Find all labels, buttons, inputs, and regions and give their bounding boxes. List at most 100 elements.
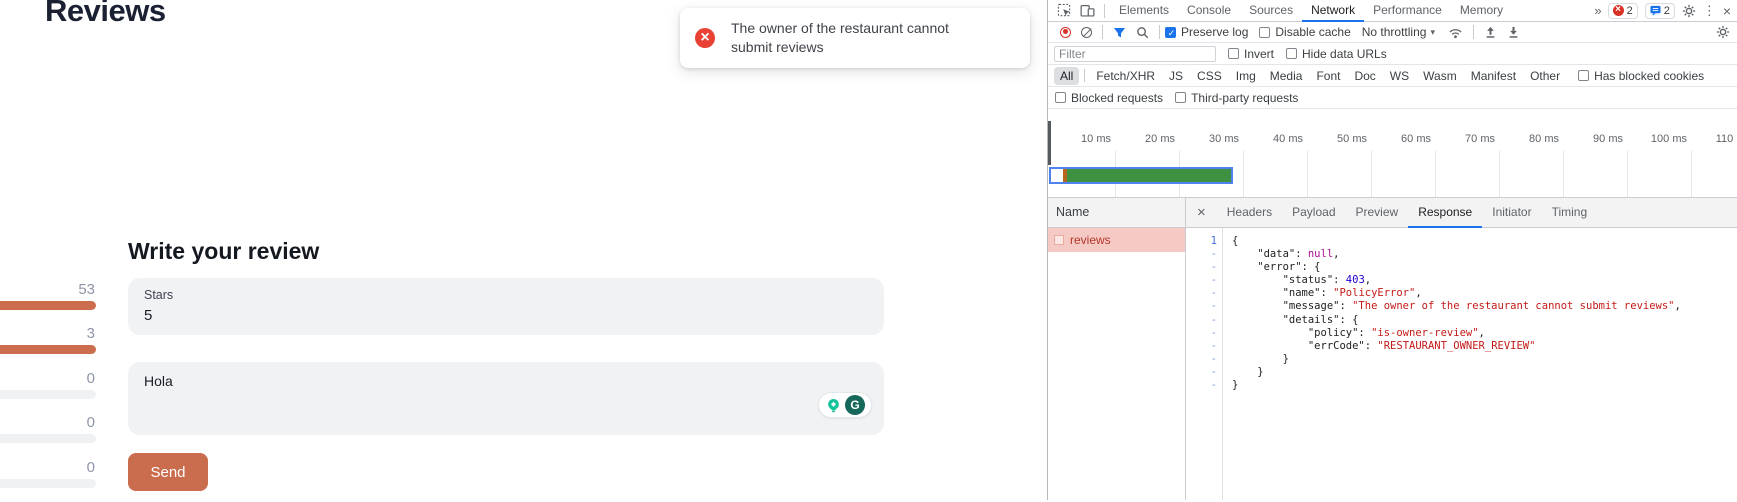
request-name: reviews (1070, 233, 1111, 247)
detail-tab-headers[interactable]: Headers (1217, 198, 1282, 228)
send-button[interactable]: Send (128, 453, 208, 491)
detail-tab-payload[interactable]: Payload (1282, 198, 1345, 228)
rating-row: 3 (0, 324, 96, 368)
response-source-view[interactable]: 1----------- { "data": null, "error": { … (1186, 228, 1737, 500)
network-body: Name reviews × HeadersPayloadPreviewResp… (1048, 198, 1737, 500)
toast-message: The owner of the restaurant cannot submi… (731, 19, 981, 57)
tab-performance[interactable]: Performance (1364, 0, 1451, 22)
devtools-panel: ElementsConsoleSourcesNetworkPerformance… (1047, 0, 1737, 500)
chip-other[interactable]: Other (1524, 67, 1566, 85)
tab-console[interactable]: Console (1178, 0, 1240, 22)
rating-count: 3 (87, 325, 95, 342)
export-har-icon[interactable] (1507, 26, 1520, 39)
filter-input[interactable] (1054, 46, 1216, 62)
blocked-requests-checkbox[interactable] (1055, 92, 1066, 103)
rating-row: 53 (0, 280, 96, 324)
import-har-icon[interactable] (1484, 26, 1497, 39)
fold-marker: - (1186, 300, 1222, 313)
preserve-log-checkbox[interactable] (1165, 27, 1176, 38)
kebab-menu-icon[interactable]: ⋮ (1703, 3, 1716, 19)
chip-media[interactable]: Media (1264, 67, 1309, 85)
throttling-select[interactable]: No throttling ▾ (1362, 25, 1435, 39)
rating-summary: 533000 (0, 280, 96, 502)
third-party-requests-label: Third-party requests (1191, 91, 1298, 105)
chip-manifest[interactable]: Manifest (1465, 67, 1522, 85)
disable-cache-label: Disable cache (1275, 25, 1350, 39)
device-toolbar-icon[interactable] (1080, 3, 1095, 18)
rating-bar (0, 479, 96, 488)
invert-checkbox[interactable] (1228, 48, 1239, 59)
chip-doc[interactable]: Doc (1348, 67, 1381, 85)
tab-elements[interactable]: Elements (1110, 0, 1178, 22)
chip-css[interactable]: CSS (1191, 67, 1228, 85)
record-network-log-icon[interactable] (1060, 27, 1071, 38)
tab-sources[interactable]: Sources (1240, 0, 1302, 22)
detail-tab-initiator[interactable]: Initiator (1482, 198, 1541, 228)
fold-marker: - (1186, 274, 1222, 287)
detail-tab-preview[interactable]: Preview (1346, 198, 1409, 228)
rating-count: 0 (87, 370, 95, 387)
more-tabs-icon[interactable]: » (1594, 3, 1600, 18)
fold-marker: - (1186, 248, 1222, 261)
chip-wasm[interactable]: Wasm (1417, 67, 1463, 85)
filter-funnel-icon[interactable] (1113, 26, 1126, 39)
request-waterfall-bar[interactable] (1049, 167, 1233, 184)
rating-bar (0, 301, 96, 310)
tab-network[interactable]: Network (1302, 0, 1364, 22)
fold-marker: - (1186, 379, 1222, 392)
request-favicon-placeholder (1054, 235, 1064, 245)
detail-tab-response[interactable]: Response (1408, 198, 1482, 228)
request-detail-pane: × HeadersPayloadPreviewResponseInitiator… (1186, 198, 1737, 500)
rating-count: 53 (78, 281, 95, 298)
devtools-tabbar: ElementsConsoleSourcesNetworkPerformance… (1048, 0, 1737, 22)
timeline-tick-label: 80 ms (1503, 133, 1559, 145)
stars-input[interactable]: Stars 5 (128, 278, 884, 335)
clear-network-log-icon[interactable] (1081, 27, 1092, 38)
code-line: "policy": "is-owner-review", (1232, 327, 1737, 340)
hide-data-urls-label: Hide data URLs (1302, 47, 1387, 61)
settings-gear-icon[interactable] (1682, 4, 1696, 18)
request-toggles-row: Blocked requests Third-party requests (1048, 87, 1737, 109)
rating-row: 0 (0, 413, 96, 457)
timeline-gridline (1563, 151, 1564, 197)
close-detail-icon[interactable]: × (1186, 204, 1217, 221)
chip-all[interactable]: All (1054, 67, 1079, 85)
chip-js[interactable]: JS (1163, 67, 1189, 85)
fold-marker: - (1186, 366, 1222, 379)
has-blocked-cookies-checkbox[interactable] (1578, 70, 1589, 81)
name-column-header[interactable]: Name (1048, 198, 1185, 228)
chip-fetch-xhr[interactable]: Fetch/XHR (1090, 67, 1161, 85)
request-row-reviews[interactable]: reviews (1048, 228, 1185, 252)
error-count-badge[interactable]: 2 (1608, 3, 1638, 19)
third-party-requests-checkbox[interactable] (1175, 92, 1186, 103)
error-toast[interactable]: The owner of the restaurant cannot submi… (680, 8, 1030, 68)
chip-ws[interactable]: WS (1384, 67, 1415, 85)
timeline-gridline (1435, 151, 1436, 197)
close-devtools-icon[interactable]: × (1723, 3, 1731, 19)
network-conditions-icon[interactable] (1448, 26, 1463, 39)
timeline-tick-label: 110 ms (1695, 133, 1737, 145)
code-line: } (1232, 379, 1737, 392)
timeline-handle[interactable] (1048, 121, 1051, 165)
grammarly-g-icon: G (845, 395, 865, 415)
error-x-circle-icon (695, 28, 715, 48)
tab-memory[interactable]: Memory (1451, 0, 1512, 22)
chip-font[interactable]: Font (1310, 67, 1346, 85)
devtools-tabbar-right: » 2 2 (1594, 3, 1737, 19)
hide-data-urls-checkbox[interactable] (1286, 48, 1297, 59)
timeline-tick-label: 30 ms (1183, 133, 1239, 145)
inspect-element-icon[interactable] (1057, 3, 1072, 18)
timeline-gridline (1243, 151, 1244, 197)
review-textarea[interactable]: Hola G (128, 362, 884, 435)
network-overview-timeline[interactable]: 10 ms20 ms30 ms40 ms50 ms60 ms70 ms80 ms… (1048, 109, 1737, 198)
disable-cache-checkbox[interactable] (1259, 27, 1270, 38)
timeline-gridline (1307, 151, 1308, 197)
grammarly-widget[interactable]: G (818, 392, 872, 418)
stars-label: Stars (144, 288, 868, 302)
search-icon[interactable] (1136, 26, 1149, 39)
code-line: } (1232, 366, 1737, 379)
chip-img[interactable]: Img (1230, 67, 1262, 85)
issues-count-badge[interactable]: 2 (1645, 3, 1675, 19)
network-settings-gear-icon[interactable] (1716, 25, 1737, 39)
detail-tab-timing[interactable]: Timing (1542, 198, 1598, 228)
